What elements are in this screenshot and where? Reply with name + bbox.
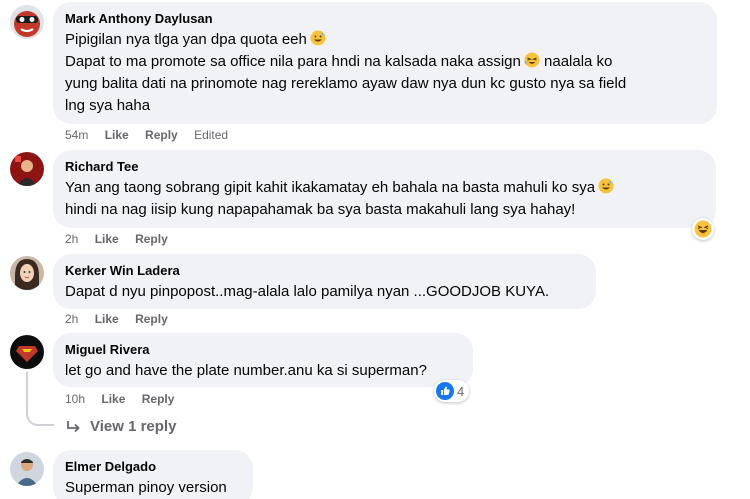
comment-author[interactable]: Richard Tee [65,158,704,175]
like-button[interactable]: Like [95,232,119,246]
avatar-image [10,452,44,486]
comment-text: Dapat d nyu pinpopost..mag-alala lalo pa… [65,283,550,300]
comment-author[interactable]: Mark Anthony Daylusan [65,10,705,27]
grinning-sweat-emoji-icon [598,178,614,194]
like-button[interactable]: Like [101,392,125,406]
reaction-summary[interactable]: 4 [434,380,470,402]
like-button[interactable]: Like [105,128,129,142]
comment-text: Yan ang taong sobrang gipit kahit ikakam… [65,177,704,221]
avatar-image [10,152,44,186]
comment-meta: 10h Like Reply [65,391,187,407]
comment-meta: 2h Like Reply [65,311,181,327]
avatar-mark-anthony[interactable] [10,5,44,39]
comment-text: Superman pinoy version [65,479,227,496]
grinning-sweat-emoji-icon [310,30,326,46]
comment-author[interactable]: Elmer Delgado [65,458,241,475]
view-replies-label: View 1 reply [90,418,177,435]
reply-button[interactable]: Reply [145,128,178,142]
rofl-emoji-icon [524,52,540,68]
avatar-image [10,5,44,39]
comment-bubble: Kerker Win Ladera Dapat d nyu pinpopost.… [53,254,596,309]
comment-timestamp[interactable]: 10h [65,392,85,406]
comment-bubble: Miguel Rivera let go and have the plate … [53,333,473,387]
comment-timestamp[interactable]: 2h [65,312,78,326]
like-button[interactable]: Like [95,312,119,326]
avatar-elmer-delgado[interactable] [10,452,44,486]
comments-section: Mark Anthony Daylusan Pipigilan nya tlga… [0,0,750,499]
reply-arrow-icon [67,420,80,432]
comment-bubble: Mark Anthony Daylusan Pipigilan nya tlga… [53,2,717,124]
like-reaction-icon [436,382,454,400]
reply-button[interactable]: Reply [142,392,175,406]
comment-author[interactable]: Kerker Win Ladera [65,262,584,279]
reaction-count: 4 [457,383,465,399]
view-replies-button[interactable]: View 1 reply [66,418,176,435]
comment-bubble: Elmer Delgado Superman pinoy version [53,450,253,499]
edited-label: Edited [194,128,229,142]
comment-author[interactable]: Miguel Rivera [65,341,461,358]
avatar-richard-tee[interactable] [10,152,44,186]
avatar-kerker-win[interactable] [10,256,44,290]
comment-meta: 54m Like Reply Edited [65,127,241,143]
comment-timestamp[interactable]: 2h [65,232,78,246]
avatar-miguel-rivera[interactable] [10,335,44,369]
reply-button[interactable]: Reply [135,232,168,246]
haha-reaction-icon[interactable] [692,218,714,240]
reply-thread-line [26,372,54,426]
comment-timestamp[interactable]: 54m [65,128,88,142]
comment-text: Pipigilan nya tlga yan dpa quota eeh Dap… [65,30,627,114]
avatar-image [10,335,44,369]
avatar-image [10,256,44,290]
comment-meta: 2h Like Reply [65,231,181,247]
reply-button[interactable]: Reply [135,312,168,326]
comment-text: let go and have the plate number.anu ka … [65,362,427,379]
comment-bubble: Richard Tee Yan ang taong sobrang gipit … [53,150,716,228]
